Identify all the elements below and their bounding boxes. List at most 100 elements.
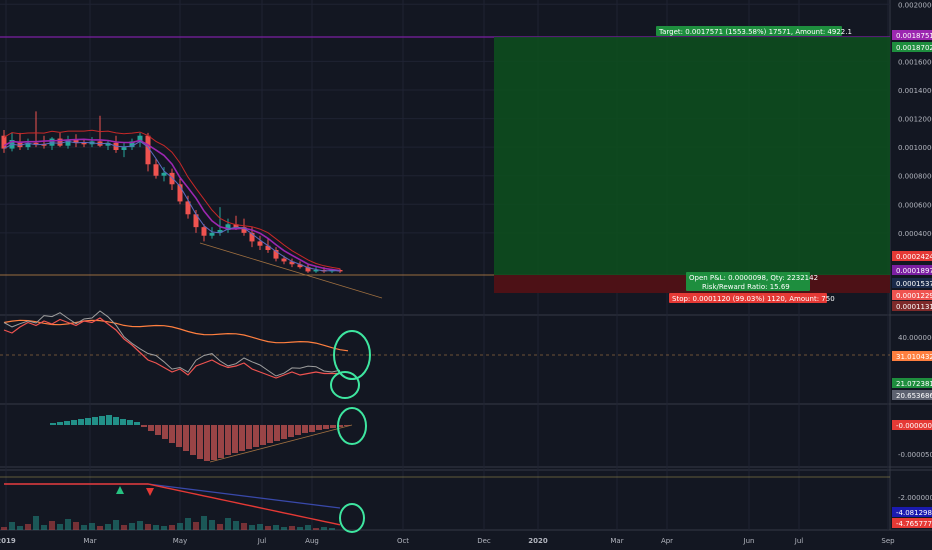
histogram-bar <box>316 425 322 430</box>
panel2-tag-label: 20.6536867 <box>896 392 932 400</box>
time-tick-label: May <box>173 537 187 545</box>
histogram-bar <box>64 421 70 425</box>
volume-bar <box>305 525 311 530</box>
volume-bar <box>105 524 111 530</box>
histogram-bar <box>253 425 259 447</box>
open-pnl-text: Open P&L: 0.0000098, Qty: 2232142 <box>689 274 818 282</box>
price-tick-label: 0.0006000 <box>898 201 932 209</box>
histogram-bar <box>330 425 336 428</box>
panel2-tag-label: 21.0723812 <box>896 380 932 388</box>
volume-bar <box>185 518 191 530</box>
volume-bar <box>273 525 279 530</box>
histogram-bar <box>190 425 196 455</box>
candle-body <box>81 142 87 145</box>
volume-bar <box>57 524 63 530</box>
panel2-tick-label: 40.0000000 <box>898 334 932 342</box>
time-tick-label: Jul <box>257 537 267 545</box>
volume-bar <box>41 525 47 530</box>
histogram-bar <box>197 425 203 459</box>
panel4-tick-label: -2.0000000 <box>898 494 932 502</box>
panel3-tag-label: -0.0000002 <box>896 422 932 430</box>
volume-bar <box>161 526 167 530</box>
volume-bar <box>153 525 159 530</box>
volume-bar <box>241 523 247 530</box>
risk-reward-text: Risk/Reward Ratio: 15.69 <box>702 283 790 291</box>
price-tag-label: 0.0001897 <box>896 267 932 275</box>
volume-bar <box>201 516 207 530</box>
time-tick-label: Apr <box>661 537 673 545</box>
time-tick-label: Sep <box>881 537 895 545</box>
histogram-bar <box>295 425 301 435</box>
histogram-bar <box>302 425 308 433</box>
price-tag-label: 0.0001537 <box>896 280 932 288</box>
volume-bar <box>289 526 295 530</box>
histogram-bar <box>120 419 126 425</box>
volume-bar <box>49 521 55 530</box>
volume-bar <box>297 527 303 530</box>
volume-bar <box>33 516 39 530</box>
volume-bar <box>25 524 31 530</box>
candle-body <box>153 164 159 176</box>
price-tag-label: 0.0018751 <box>896 32 932 40</box>
volume-bar <box>265 526 271 530</box>
volume-bar <box>257 524 263 530</box>
histogram-bar <box>85 418 91 425</box>
volume-bar <box>225 518 231 530</box>
histogram-bar <box>99 416 105 425</box>
target-label[interactable]: Target: 0.0017571 (1553.58%) 17571, Amou… <box>656 26 852 36</box>
volume-bar <box>177 523 183 530</box>
histogram-bar <box>169 425 175 443</box>
time-tick-label: Aug <box>305 537 319 545</box>
histogram-bar <box>309 425 315 432</box>
panel2-tag-label: 31.0104320 <box>896 353 932 361</box>
histogram-bar <box>78 419 84 425</box>
price-tag-label: 0.0018702 <box>896 44 932 52</box>
volume-bar <box>329 528 335 530</box>
histogram-bar <box>92 417 98 425</box>
candle-body <box>1 135 7 149</box>
volume-bar <box>89 523 95 530</box>
price-tick-label: 0.0020000 <box>898 1 932 9</box>
trading-chart[interactable]: Target: 0.0017571 (1553.58%) 17571, Amou… <box>0 0 932 550</box>
candle-body <box>257 241 263 246</box>
volume-bar <box>65 519 71 530</box>
stop-label[interactable]: Stop: 0.0001120 (99.03%) 1120, Amount: 7… <box>669 293 835 303</box>
histogram-bar <box>57 422 63 425</box>
histogram-bar <box>113 417 119 425</box>
candle-body <box>49 138 55 146</box>
time-tick-label: Jun <box>743 537 755 545</box>
histogram-bar <box>106 415 112 425</box>
price-tick-label: 0.0016000 <box>898 58 932 66</box>
histogram-bar <box>155 425 161 435</box>
volume-bar <box>313 528 319 530</box>
histogram-bar <box>148 425 154 431</box>
histogram-bar <box>274 425 280 441</box>
histogram-bar <box>323 425 329 429</box>
histogram-bar <box>204 425 210 461</box>
price-tag-label: 0.0002424 <box>896 253 932 261</box>
panel4-tag-label: -4.7657771 <box>896 520 932 528</box>
target-zone[interactable] <box>494 37 890 275</box>
volume-bar <box>1 527 7 530</box>
price-tag-label: 0.0001229 <box>896 292 932 300</box>
volume-bar <box>193 522 199 530</box>
volume-bar <box>137 521 143 530</box>
volume-bar <box>249 525 255 530</box>
price-tick-label: 0.0012000 <box>898 116 932 124</box>
candle-body <box>121 147 127 150</box>
time-tick-label: Mar <box>610 537 623 545</box>
volume-bar <box>97 526 103 530</box>
price-tag-label: 0.0001131 <box>896 303 932 311</box>
price-tick-label: 0.0004000 <box>898 230 932 238</box>
volume-bar <box>121 525 127 530</box>
histogram-bar <box>260 425 266 445</box>
histogram-bar <box>162 425 168 439</box>
time-tick-label: Oct <box>397 537 409 545</box>
candle-body <box>281 258 287 262</box>
histogram-bar <box>183 425 189 451</box>
open-pnl-label[interactable]: Open P&L: 0.0000098, Qty: 2232142 Risk/R… <box>686 272 818 291</box>
histogram-bar <box>176 425 182 447</box>
volume-bar <box>169 525 175 530</box>
price-tick-label: 0.0010000 <box>898 144 932 152</box>
histogram-bar <box>218 425 224 458</box>
